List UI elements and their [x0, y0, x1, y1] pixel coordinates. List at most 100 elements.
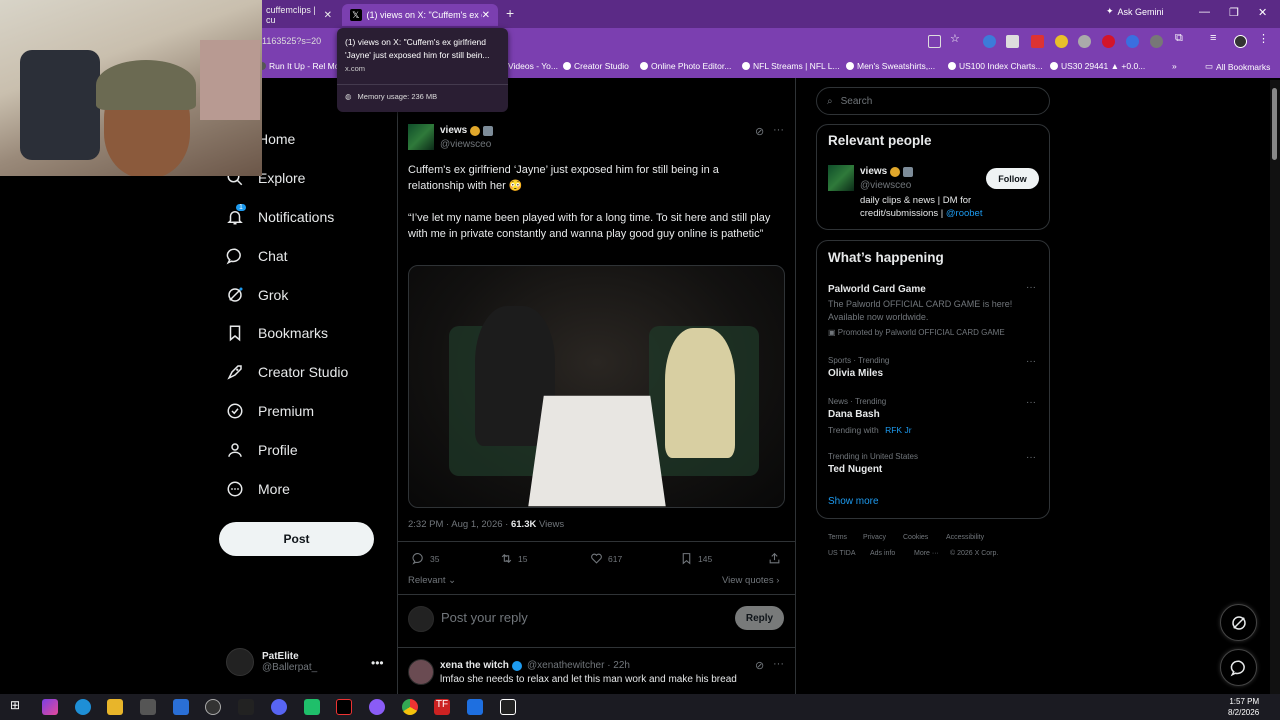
tiktok-icon[interactable]	[336, 699, 352, 715]
page-scrollbar[interactable]	[1270, 80, 1280, 694]
trend-more-icon[interactable]: ···	[1026, 356, 1036, 367]
close-tab-icon[interactable]: ✕	[482, 10, 490, 21]
person-avatar[interactable]	[828, 165, 854, 191]
nav-more[interactable]: More	[226, 480, 290, 498]
bookmark-item[interactable]: US30 29441 ▲ +0.0...	[1050, 61, 1145, 71]
share-action[interactable]	[768, 552, 781, 565]
bio-link[interactable]: @roobet	[946, 208, 983, 219]
reply-button[interactable]: Reply	[735, 606, 784, 630]
discord-icon[interactable]	[271, 699, 287, 715]
restore-icon[interactable]: ❐	[1229, 6, 1239, 19]
person-handle[interactable]: @viewsceo	[860, 180, 911, 191]
show-more-link[interactable]: Show more	[828, 496, 879, 507]
nav-notifications[interactable]: 1 Notifications	[226, 204, 334, 226]
close-tab-icon[interactable]: ✕	[324, 10, 332, 21]
chrome-menu-icon[interactable]: ⋮	[1258, 32, 1271, 45]
nav-premium[interactable]: Premium	[226, 402, 314, 420]
trend-item[interactable]: Ted Nugent	[828, 464, 882, 475]
extension-icon[interactable]	[1150, 35, 1163, 48]
tab-cuffemclips[interactable]: cuffemclips | cu ✕	[258, 4, 340, 26]
messages-floating-button[interactable]	[1220, 649, 1257, 686]
more-options-icon[interactable]: ···	[773, 124, 784, 136]
repost-action[interactable]: 15	[500, 552, 527, 565]
footer-cookies[interactable]: Cookies	[903, 534, 928, 541]
search-input[interactable]: ⌕ Search	[816, 87, 1050, 115]
view-quotes-link[interactable]: View quotes ›	[722, 575, 779, 586]
footer-tida[interactable]: US TIDA	[828, 550, 856, 557]
app-icon[interactable]	[304, 699, 320, 715]
footer-more[interactable]: More ···	[914, 550, 939, 557]
reply-author-handle[interactable]: @xenathewitcher · 22h	[527, 660, 630, 671]
bookmark-item[interactable]: Online Photo Editor...	[640, 61, 731, 71]
trending-with-link[interactable]: RFK Jr	[885, 425, 911, 435]
extension-icon[interactable]	[1078, 35, 1091, 48]
taskbar-clock[interactable]: 1:57 PM 8/2/2026	[1228, 696, 1259, 718]
windows-start-icon[interactable]: ⊞	[10, 698, 26, 714]
account-switcher[interactable]: PatElite @Ballerpat_	[226, 648, 317, 676]
all-bookmarks-button[interactable]: ▭ All Bookmarks	[1205, 61, 1270, 72]
trend-more-icon[interactable]: ···	[1026, 452, 1036, 463]
extension-icon[interactable]	[983, 35, 996, 48]
reading-list-icon[interactable]: ≡	[1210, 32, 1223, 45]
nav-creator-studio[interactable]: Creator Studio	[226, 363, 348, 381]
trend-item[interactable]: Olivia Miles	[828, 368, 883, 379]
chrome-icon[interactable]	[402, 699, 418, 715]
trend-item[interactable]: Dana Bash	[828, 409, 880, 420]
footer-terms[interactable]: Terms	[828, 534, 847, 541]
app-icon[interactable]: TF	[434, 699, 450, 715]
bookmark-action[interactable]: 145	[680, 552, 712, 565]
address-bar[interactable]: 1163525?s=20	[262, 36, 321, 46]
author-name[interactable]: views	[440, 125, 494, 136]
bookmark-item[interactable]: Run It Up - Rel Mor	[258, 61, 342, 71]
edge-icon[interactable]	[75, 699, 91, 715]
steam-icon[interactable]	[205, 699, 221, 715]
extension-icon[interactable]	[1055, 35, 1068, 48]
footer-accessibility[interactable]: Accessibility	[946, 534, 984, 541]
nav-chat[interactable]: Chat	[226, 247, 288, 265]
trend-more-icon[interactable]: ···	[1026, 282, 1036, 293]
store-icon[interactable]	[140, 699, 156, 715]
new-tab-button[interactable]: +	[506, 5, 514, 21]
bookmark-item[interactable]: Men's Sweatshirts,...	[846, 61, 935, 71]
file-explorer-icon[interactable]	[107, 699, 123, 715]
reply-input[interactable]: Post your reply	[441, 610, 528, 625]
bookmark-star-icon[interactable]: ☆	[950, 32, 963, 45]
minimize-icon[interactable]: —	[1199, 6, 1210, 18]
profile-avatar[interactable]	[1234, 35, 1247, 48]
scrollbar-thumb[interactable]	[1272, 88, 1277, 160]
bookmark-item[interactable]: Videos - Yo...	[508, 61, 558, 71]
extension-icon[interactable]	[1006, 35, 1019, 48]
footer-ads-info[interactable]: Ads info	[870, 550, 895, 557]
trend-more-icon[interactable]: ···	[1026, 397, 1036, 408]
like-action[interactable]: 617	[590, 552, 622, 565]
grok-explain-icon[interactable]: ⊘	[755, 659, 764, 672]
install-app-icon[interactable]	[928, 35, 941, 48]
ask-gemini-button[interactable]: ✦ Ask Gemini	[1106, 6, 1164, 17]
reply-action[interactable]: 35	[412, 552, 439, 565]
close-window-icon[interactable]: ✕	[1258, 6, 1267, 19]
epic-games-icon[interactable]	[238, 699, 254, 715]
app-icon[interactable]	[467, 699, 483, 715]
extension-icon[interactable]	[1031, 35, 1044, 48]
capcut-icon[interactable]	[500, 699, 516, 715]
more-options-icon[interactable]: ···	[773, 658, 784, 670]
footer-privacy[interactable]: Privacy	[863, 534, 886, 541]
nav-profile[interactable]: Profile	[226, 441, 298, 459]
bookmark-item[interactable]: Creator Studio	[563, 61, 629, 71]
reply-author-name[interactable]: xena the witch	[440, 660, 522, 671]
grok-explain-icon[interactable]: ⊘	[755, 125, 764, 138]
mail-icon[interactable]	[173, 699, 189, 715]
tweet-photo[interactable]	[408, 265, 785, 508]
nav-bookmarks[interactable]: Bookmarks	[226, 324, 328, 342]
tab-active-x[interactable]: 𝕏 (1) views on X: "Cuffem's ex girl ✕	[342, 4, 498, 26]
follow-button[interactable]: Follow	[986, 168, 1039, 189]
trend-item[interactable]: Palworld Card Game	[828, 284, 926, 295]
author-avatar[interactable]	[408, 124, 434, 150]
extension-icon[interactable]	[1102, 35, 1115, 48]
reply-author-avatar[interactable]	[408, 659, 434, 685]
grok-floating-button[interactable]	[1220, 604, 1257, 641]
bookmark-item[interactable]: US100 Index Charts...	[948, 61, 1043, 71]
post-button[interactable]: Post	[219, 522, 374, 556]
app-icon[interactable]	[369, 699, 385, 715]
copilot-icon[interactable]	[42, 699, 58, 715]
